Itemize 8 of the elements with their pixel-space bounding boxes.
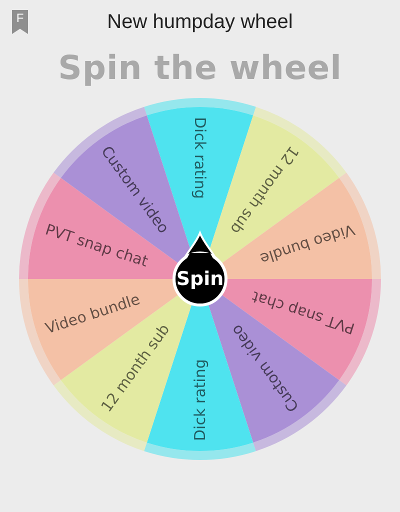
- segment-label: PVT snap chat: [250, 287, 357, 338]
- segment-label: Video bundle: [258, 220, 357, 268]
- segment-label: Video bundle: [43, 290, 142, 338]
- segment-label: Dick rating: [191, 359, 209, 441]
- page-title: New humpday wheel: [107, 10, 293, 32]
- segment-label: Dick rating: [191, 117, 209, 199]
- heading: Spin the wheel: [58, 51, 342, 84]
- segment-label: PVT snap chat: [43, 220, 150, 271]
